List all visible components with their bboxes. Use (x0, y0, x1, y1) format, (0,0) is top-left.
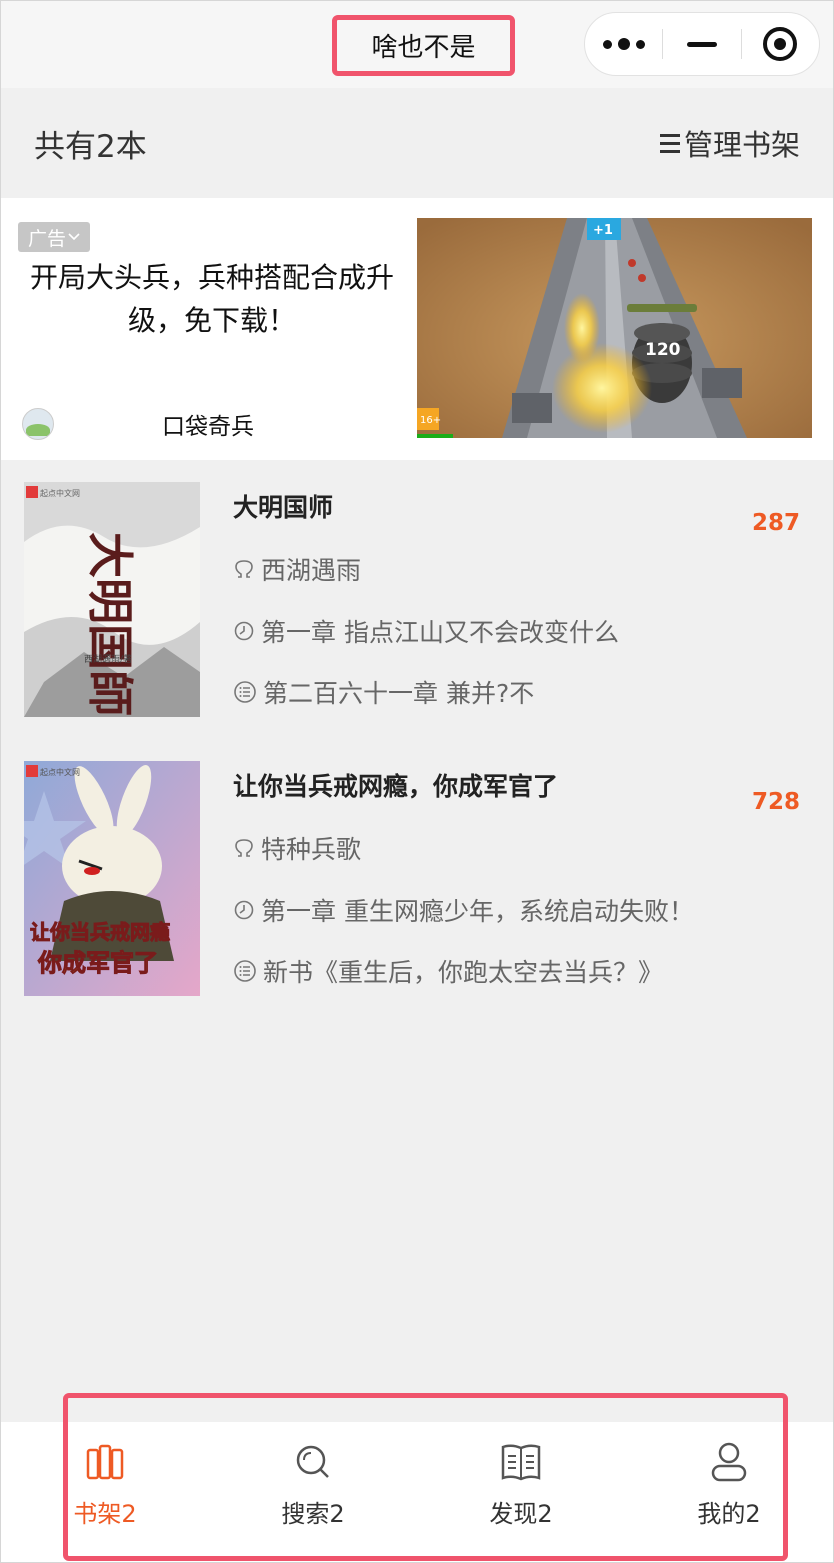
author-line: 西湖遇雨 (233, 551, 361, 587)
tab-discover[interactable]: 发现2 (466, 1440, 576, 1540)
cover-author: 西湖遇雨/著 (84, 653, 132, 665)
author-icon (235, 839, 253, 857)
more-dots-icon (602, 38, 645, 50)
ad-avatar (22, 408, 54, 440)
ad-brand-name: 口袋奇兵 (162, 414, 254, 440)
last-read-chapter: 第一章 指点江山又不会改变什么 (261, 618, 619, 647)
author-name: 西湖遇雨 (261, 556, 362, 585)
chevron-down-icon (68, 233, 80, 241)
unread-count: 287 (751, 510, 800, 536)
last-read-line[interactable]: 第一章 重生网瘾少年，系统启动失败！ (233, 892, 694, 928)
tire-counter: 120 (645, 340, 681, 360)
book-item[interactable]: 起点中文网 让你当兵戒网瘾 你成军官了 让你当兵戒网瘾，你成军官了 728 特种… (0, 757, 834, 1037)
author-name: 特种兵歌 (261, 835, 362, 864)
tab-profile[interactable]: 我的2 (674, 1440, 784, 1540)
open-book-icon (499, 1440, 543, 1484)
tab-search[interactable]: 搜索2 (258, 1440, 368, 1540)
latest-chapter-line[interactable]: 第二百六十一章 兼并?不 (233, 674, 534, 710)
tab-label: 书架2 (73, 1500, 137, 1528)
ad-game-image[interactable]: +1 120 16+ (417, 218, 812, 438)
latest-chapter: 第二百六十一章 兼并?不 (263, 679, 535, 708)
latest-chapter-line[interactable]: 新书《重生后，你跑太空去当兵？》 (233, 953, 663, 989)
bookshelf-icon (83, 1440, 127, 1484)
user-icon (707, 1440, 751, 1484)
tab-label: 搜索2 (281, 1500, 345, 1528)
cover-title-bottom: 你成军官了 (37, 949, 158, 977)
tab-label: 发现2 (489, 1500, 553, 1528)
minimize-button[interactable] (663, 12, 740, 76)
search-icon (291, 1440, 335, 1484)
cover-title-top: 让你当兵戒网瘾 (30, 920, 170, 944)
cover-title-text: 大明国師 (83, 532, 137, 716)
close-button[interactable] (742, 12, 819, 76)
unread-count: 728 (751, 789, 800, 815)
age-badge: 16+ (420, 415, 441, 426)
mini-program-capsule (584, 12, 820, 76)
game-scene-illustration: +1 120 16+ (417, 218, 812, 438)
list-icon (234, 681, 256, 703)
tab-bookshelf[interactable]: 书架2 (50, 1440, 160, 1540)
ad-tag-label: 广告 (27, 227, 66, 250)
page-title: 啥也不是 (332, 15, 515, 76)
last-read-line[interactable]: 第一章 指点江山又不会改变什么 (233, 613, 619, 649)
target-close-icon (763, 27, 798, 61)
manage-shelf-label: 管理书架 (683, 128, 800, 162)
author-line: 特种兵歌 (233, 830, 361, 866)
ad-tag[interactable]: 广告 (18, 222, 90, 252)
clock-icon (234, 621, 254, 641)
ad-brand: 口袋奇兵 (22, 406, 402, 442)
menu-icon (659, 133, 680, 153)
last-read-chapter: 第一章 重生网瘾少年，系统启动失败！ (261, 897, 694, 926)
title-bar: 啥也不是 (0, 0, 834, 88)
list-icon (234, 960, 256, 982)
manage-shelf-button[interactable]: 管理书架 (659, 122, 800, 164)
cover-art-rabbit: 起点中文网 让你当兵戒网瘾 你成军官了 (24, 761, 200, 996)
latest-chapter: 新书《重生后，你跑太空去当兵？》 (263, 958, 664, 987)
top-counter: +1 (593, 223, 613, 238)
book-count-label: 共有2本 (34, 128, 147, 165)
ad-banner[interactable]: 广告 开局大头兵，兵种搭配合成升级，免下载！ 口袋奇兵 +1 120 16+ (0, 198, 834, 460)
shelf-header: 共有2本 管理书架 (0, 88, 834, 198)
cover-art-ink: 起点中文网 大明国師 西湖遇雨/著 (24, 482, 200, 717)
tab-label: 我的2 (697, 1500, 761, 1528)
book-item[interactable]: 起点中文网 大明国師 西湖遇雨/著 大明国师 287 西湖遇雨 第一章 指点江山… (0, 478, 834, 758)
minimize-icon (687, 41, 717, 47)
book-title[interactable]: 大明国师 (233, 488, 333, 524)
book-cover[interactable]: 起点中文网 大明国師 西湖遇雨/著 (24, 482, 200, 717)
more-button[interactable] (585, 12, 662, 76)
clock-icon (234, 900, 254, 920)
cover-badge: 起点中文网 (40, 488, 80, 498)
author-icon (235, 560, 253, 578)
ad-title: 开局大头兵，兵种搭配合成升级，免下载！ (29, 261, 394, 337)
book-title[interactable]: 让你当兵戒网瘾，你成军官了 (233, 767, 558, 803)
cover-badge: 起点中文网 (40, 767, 80, 777)
book-cover[interactable]: 起点中文网 让你当兵戒网瘾 你成军官了 (24, 761, 200, 996)
